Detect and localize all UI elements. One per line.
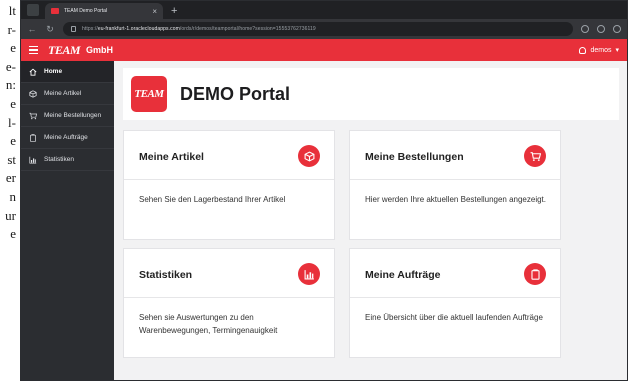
favicon-icon: [51, 8, 59, 14]
card-text: Sehen sie Auswertungen zu den Warenbeweg…: [139, 313, 278, 335]
card-title: Statistiken: [139, 269, 193, 281]
page-text-line: e: [10, 226, 16, 242]
page-title: DEMO Portal: [180, 83, 291, 104]
box-icon: [29, 89, 37, 98]
hamburger-menu-icon[interactable]: [29, 45, 38, 55]
page-text-line: e: [10, 133, 16, 149]
sidebar-item-label: Meine Bestellungen: [44, 112, 102, 119]
sidebar-item-label: Meine Artikel: [44, 90, 82, 97]
browser-tab[interactable]: TEAM Demo Portal ×: [45, 3, 163, 19]
card-title: Meine Aufträge: [365, 269, 441, 281]
brand-name: GmbH: [86, 45, 114, 55]
page-text-line: st: [7, 151, 16, 167]
clipboard-icon: [29, 133, 37, 142]
app-body: Home Meine Artikel Meine Bestellungen Me…: [21, 61, 627, 380]
brand-logo: TEAM: [48, 42, 81, 57]
tab-title: TEAM Demo Portal: [64, 8, 108, 14]
back-icon[interactable]: ←: [27, 24, 37, 34]
clipboard-icon: [524, 263, 546, 285]
reload-icon[interactable]: ↻: [45, 24, 55, 35]
card-meine-auftraege[interactable]: Meine Aufträge Eine Übersicht über die a…: [349, 248, 561, 358]
page-text-line: r-: [7, 21, 16, 37]
card-divider: [124, 179, 334, 180]
page-text-line: e: [10, 95, 16, 111]
card-meine-artikel[interactable]: Meine Artikel Sehen Sie den Lagerbestand…: [123, 130, 335, 240]
portal-header: TEAM DEMO Portal: [123, 68, 619, 120]
favorites-icon[interactable]: [597, 25, 605, 33]
sidebar-item-label: Home: [44, 68, 63, 75]
url-field[interactable]: https://eu-frankfurt-1.oraclecloudapps.c…: [63, 22, 573, 36]
home-icon: [29, 68, 37, 76]
url-host: eu-frankfurt-1.oraclecloudapps.com: [97, 26, 180, 32]
cropped-page-text: lt r- e e- n: e l- e st er n ur e: [0, 0, 18, 381]
card-divider: [350, 179, 560, 180]
card-text: Eine Übersicht über die aktuell laufende…: [365, 313, 543, 322]
sidebar-item-statistiken[interactable]: Statistiken: [21, 149, 114, 171]
card-divider: [124, 297, 334, 298]
profile-icon[interactable]: [613, 25, 621, 33]
page-text-line: l-: [8, 114, 16, 130]
page-text-line: lt: [8, 3, 16, 18]
page-text-line: e: [10, 40, 16, 56]
card-text: Sehen Sie den Lagerbestand Ihrer Artikel: [139, 195, 286, 204]
sidebar-item-label: Statistiken: [44, 156, 74, 163]
extensions-icon[interactable]: [581, 25, 589, 33]
close-tab-icon[interactable]: ×: [152, 7, 157, 16]
card-meine-bestellungen[interactable]: Meine Bestellungen Hier werden Ihre aktu…: [349, 130, 561, 240]
box-icon: [298, 145, 320, 167]
portal-logo: TEAM: [131, 76, 167, 112]
url-prefix: https://: [82, 26, 98, 32]
card-title: Meine Artikel: [139, 151, 204, 163]
main-content: TEAM DEMO Portal Meine Artikel Sehen Sie…: [114, 61, 627, 380]
page-text-line: n:: [5, 77, 16, 93]
new-tab-icon[interactable]: +: [171, 5, 177, 17]
card-divider: [350, 297, 560, 298]
page-text-line: n: [9, 188, 17, 204]
browser-window: TEAM Demo Portal × + ← ↻ https://eu-fran…: [20, 0, 628, 381]
cart-icon: [524, 145, 546, 167]
page-text-line: e-: [5, 58, 16, 74]
card-statistiken[interactable]: Statistiken Sehen sie Auswertungen zu de…: [123, 248, 335, 358]
chart-icon: [29, 156, 37, 164]
user-icon: [579, 46, 587, 54]
chevron-down-icon: ▾: [615, 47, 619, 54]
card-title: Meine Bestellungen: [365, 151, 464, 163]
page-text-line: ur: [5, 207, 16, 223]
card-text: Hier werden Ihre aktuellen Bestellungen …: [365, 195, 547, 204]
address-bar: ← ↻ https://eu-frankfurt-1.oraclecloudap…: [21, 19, 627, 39]
page-text-line: er: [5, 170, 16, 186]
sidebar-item-meine-bestellungen[interactable]: Meine Bestellungen: [21, 105, 114, 127]
lock-icon: [71, 26, 76, 32]
sidebar-item-meine-auftraege[interactable]: Meine Aufträge: [21, 127, 114, 149]
window-menu-icon[interactable]: [27, 4, 39, 16]
sidebar-item-home[interactable]: Home: [21, 61, 114, 83]
url-path: /ords/r/demos/teamportal/home?session=15…: [179, 26, 316, 32]
user-name: demos: [590, 46, 612, 54]
url-text: https://eu-frankfurt-1.oraclecloudapps.c…: [82, 26, 565, 32]
sidebar-item-label: Meine Aufträge: [44, 134, 88, 141]
app-header: TEAM GmbH demos ▾: [21, 39, 627, 61]
sidebar: Home Meine Artikel Meine Bestellungen Me…: [21, 61, 114, 380]
cart-icon: [29, 112, 37, 120]
sidebar-item-meine-artikel[interactable]: Meine Artikel: [21, 83, 114, 105]
chart-icon: [298, 263, 320, 285]
user-menu[interactable]: demos ▾: [579, 46, 619, 54]
browser-titlebar: TEAM Demo Portal × +: [21, 1, 627, 19]
